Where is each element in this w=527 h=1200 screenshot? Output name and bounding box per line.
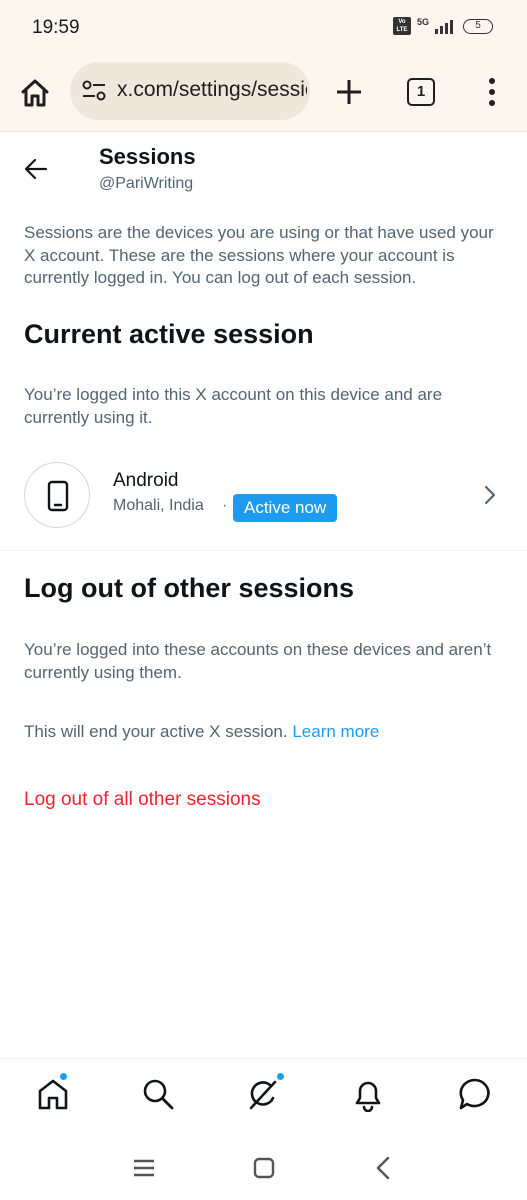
square-icon xyxy=(253,1157,275,1179)
device-name: Android xyxy=(113,470,179,491)
other-sessions-heading: Log out of other sessions xyxy=(24,573,355,603)
messages-icon xyxy=(459,1078,490,1110)
status-time: 19:59 xyxy=(32,17,80,38)
home-unread-dot xyxy=(59,1072,68,1081)
battery-icon: 5 xyxy=(463,18,493,34)
arrow-left-icon xyxy=(24,158,48,180)
device-location: Mohali, India xyxy=(113,497,204,514)
system-nav-bar xyxy=(0,1136,527,1200)
url-text[interactable]: x.com/settings/sessions xyxy=(117,78,307,102)
browser-home-button[interactable] xyxy=(18,76,52,110)
tab-switcher-button[interactable]: 1 xyxy=(407,78,435,106)
notifications-icon xyxy=(355,1081,381,1113)
network-type: 5G xyxy=(416,17,429,27)
status-indicators: Vo LTE 5G 5 xyxy=(392,17,493,35)
url-bar[interactable]: x.com/settings/sessions xyxy=(70,62,310,120)
sessions-intro: Sessions are the devices you are using o… xyxy=(24,223,494,287)
current-session-row[interactable]: Android Mohali, India · Active now xyxy=(0,451,527,547)
device-avatar xyxy=(24,462,90,528)
nav-notifications[interactable] xyxy=(350,1076,386,1113)
more-vertical-icon xyxy=(489,78,495,106)
status-bar: 19:59 Vo LTE 5G 5 xyxy=(0,0,527,56)
section-divider xyxy=(0,550,527,551)
system-back-button[interactable] xyxy=(370,1154,398,1182)
home-outline-icon xyxy=(21,79,49,107)
browser-menu-button[interactable] xyxy=(482,76,502,108)
phone-icon xyxy=(47,480,69,512)
nav-messages[interactable] xyxy=(457,1076,493,1112)
grok-unread-dot xyxy=(276,1072,285,1081)
bottom-nav xyxy=(0,1058,527,1136)
active-now-badge: Active now xyxy=(233,494,338,522)
separator-dot: · xyxy=(222,497,228,514)
other-sessions-description: You’re logged into these accounts on the… xyxy=(24,640,492,682)
nav-home[interactable] xyxy=(35,1072,71,1112)
learn-more-link[interactable]: Learn more xyxy=(292,722,379,741)
volte-icon: Vo LTE xyxy=(392,17,411,35)
nav-search[interactable] xyxy=(140,1076,176,1112)
signal-icon xyxy=(435,18,453,34)
search-icon xyxy=(143,1079,174,1110)
logout-all-sessions-button[interactable]: Log out of all other sessions xyxy=(24,789,261,811)
home-icon xyxy=(38,1079,68,1110)
menu-lines-icon xyxy=(134,1159,154,1177)
current-session-description: You’re logged into this X account on thi… xyxy=(24,385,443,427)
site-settings-icon[interactable] xyxy=(82,80,106,102)
plus-icon xyxy=(337,80,361,104)
end-session-text: This will end your active X session. xyxy=(24,722,288,741)
chevron-left-icon xyxy=(376,1156,390,1180)
system-home-button[interactable] xyxy=(250,1154,278,1182)
end-session-notice: This will end your active X session. Lea… xyxy=(24,721,509,744)
grok-icon xyxy=(249,1080,277,1110)
current-session-heading: Current active session xyxy=(24,319,314,349)
page-title: Sessions xyxy=(99,144,196,169)
account-handle: @PariWriting xyxy=(99,175,194,192)
nav-grok[interactable] xyxy=(245,1072,285,1112)
recent-apps-button[interactable] xyxy=(130,1154,158,1182)
browser-toolbar: x.com/settings/sessions 1 xyxy=(0,56,527,132)
chevron-right-icon xyxy=(484,485,496,505)
new-tab-button[interactable] xyxy=(333,76,365,108)
back-button[interactable] xyxy=(22,155,50,183)
